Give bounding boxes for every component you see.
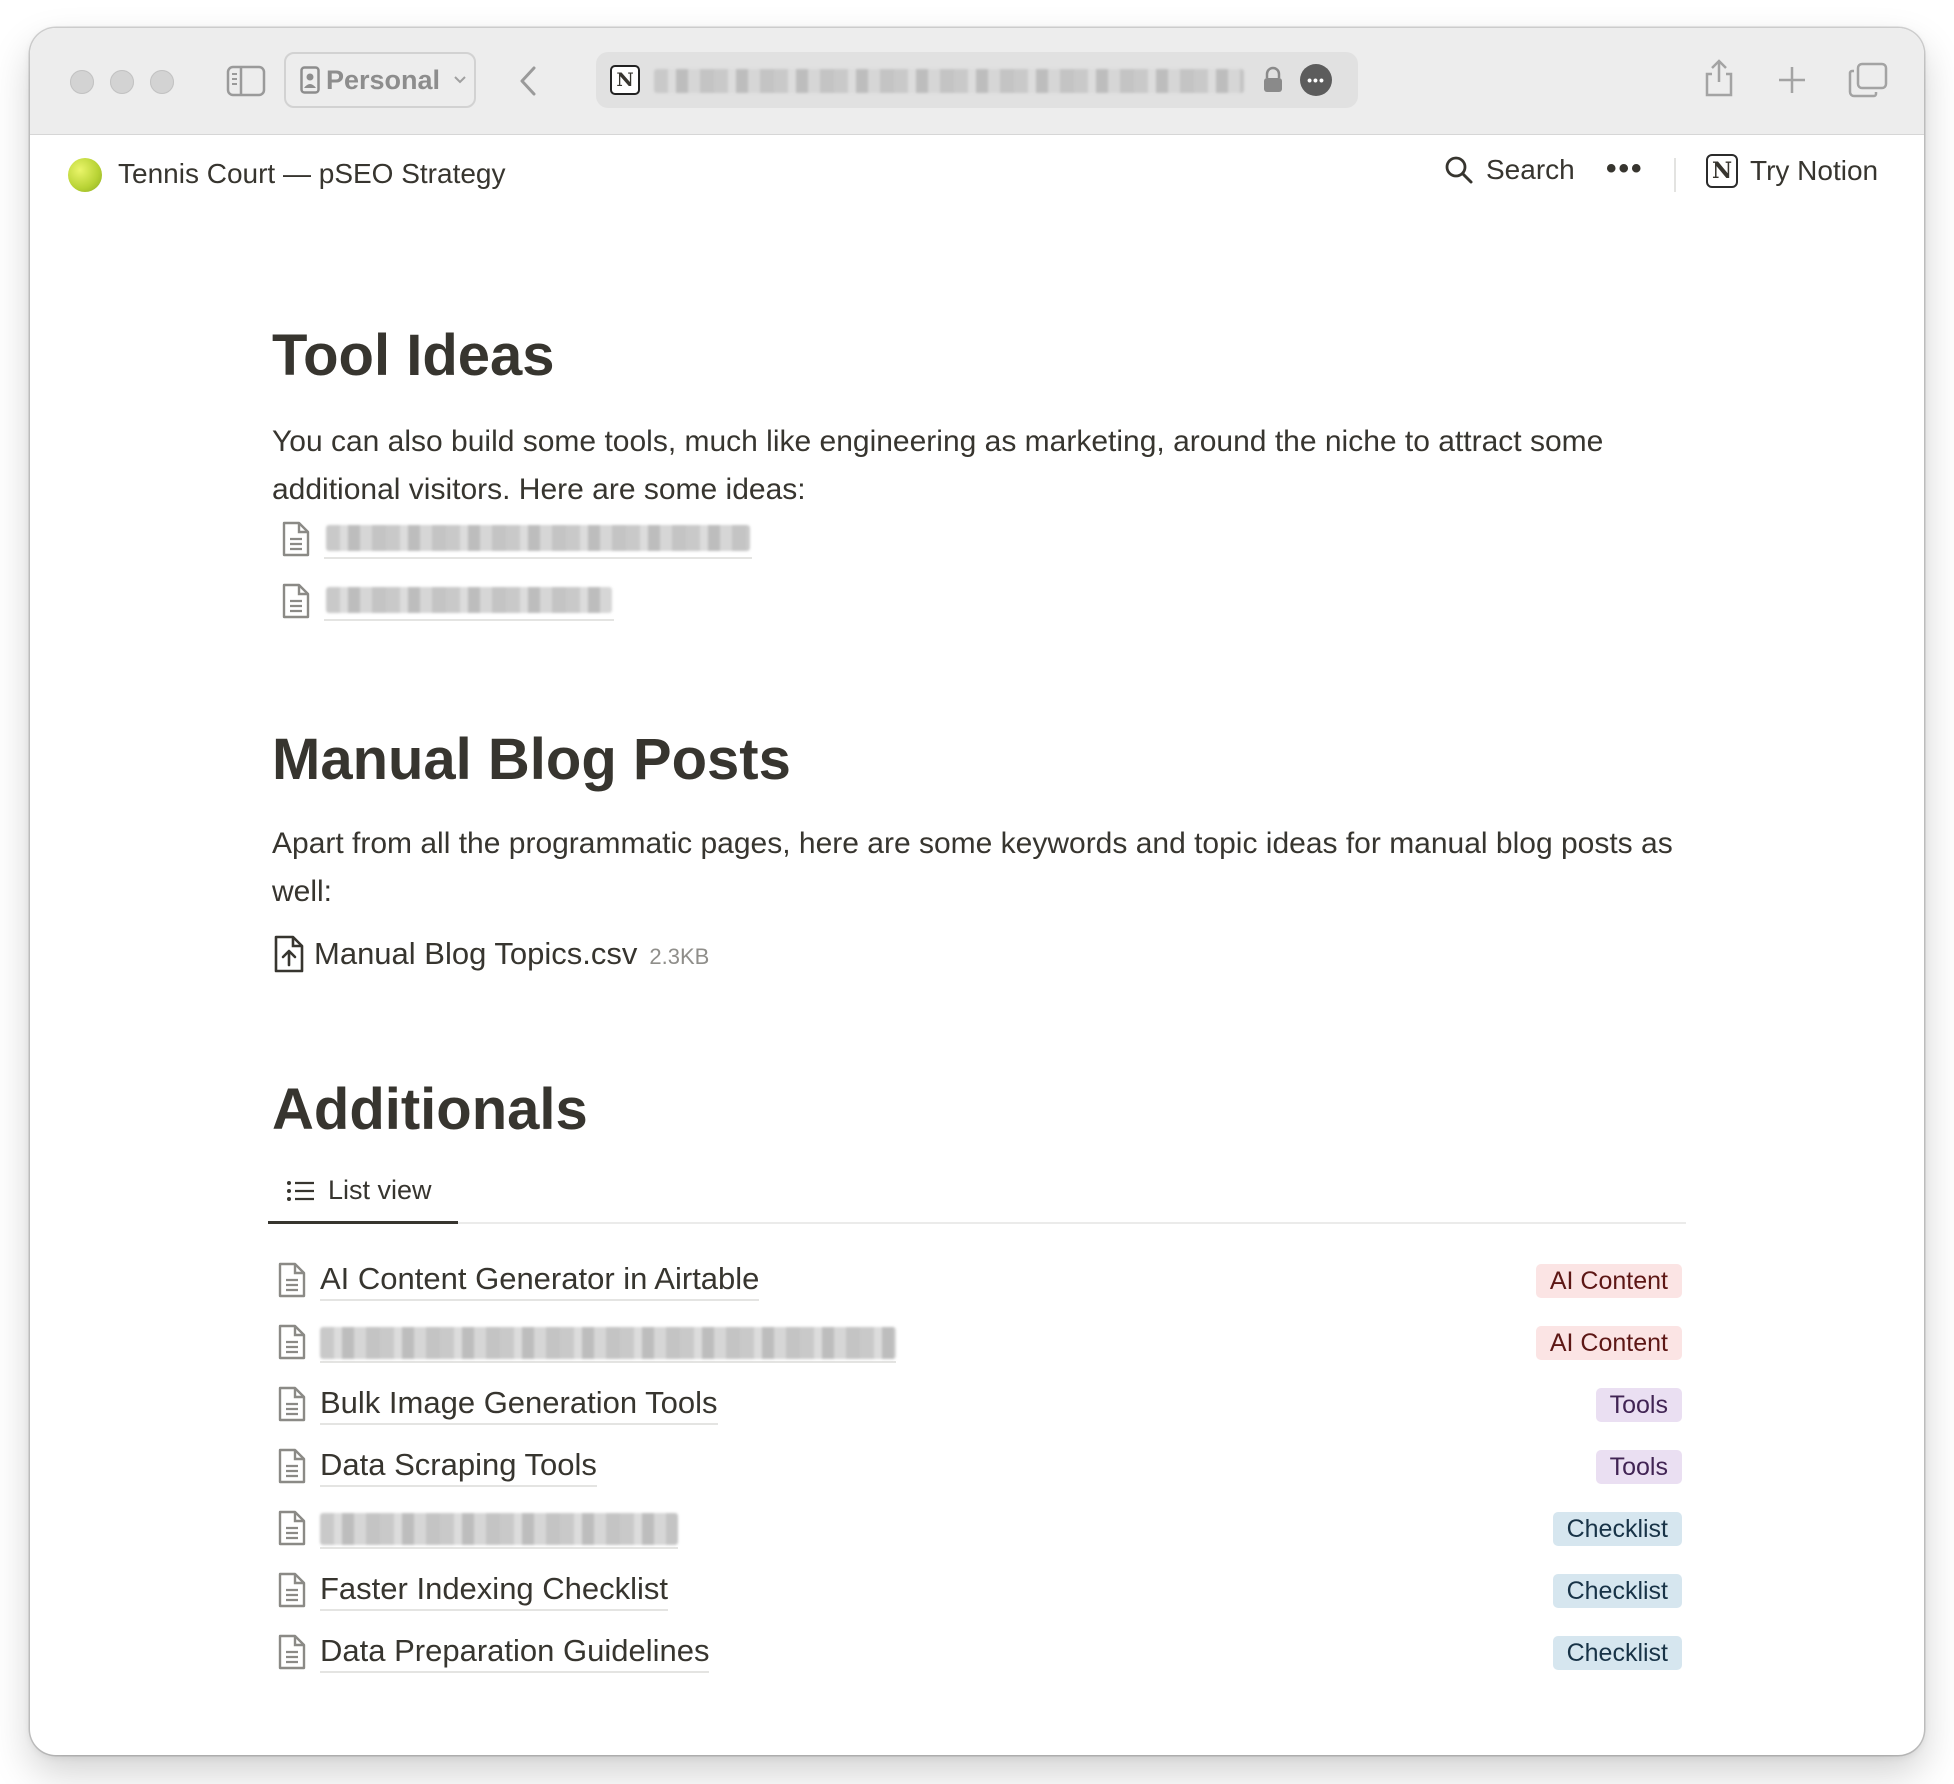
status-badge: AI Content xyxy=(1535,1264,1682,1298)
page-icon xyxy=(276,1385,308,1423)
page-icon xyxy=(276,1571,308,1609)
page-icon xyxy=(276,1447,308,1485)
page-menu-icon[interactable]: ••• xyxy=(1300,64,1332,96)
status-badge: Tools xyxy=(1595,1388,1682,1422)
tennis-ball-icon xyxy=(68,158,102,192)
list-item[interactable]: Data Scraping Tools Tools xyxy=(272,1438,1682,1494)
close-window-button[interactable] xyxy=(70,70,94,94)
status-badge: Tools xyxy=(1595,1450,1682,1484)
list-item[interactable]: Bulk Image Generation Tools Tools xyxy=(272,1376,1682,1432)
list-item-title: Data Scraping Tools xyxy=(320,1445,597,1487)
tab-overview-icon[interactable] xyxy=(1848,62,1888,103)
tab-label: List view xyxy=(328,1175,432,1205)
search-button[interactable]: Search xyxy=(1444,154,1575,186)
status-badge: Checklist xyxy=(1552,1512,1682,1546)
list-item-title xyxy=(320,1321,896,1363)
search-icon xyxy=(1444,155,1474,185)
browser-toolbar: Personal N ••• xyxy=(30,28,1924,135)
sidebar-toggle-icon[interactable] xyxy=(226,64,266,103)
profile-button[interactable]: Personal xyxy=(284,52,476,108)
status-badge: Checklist xyxy=(1552,1574,1682,1608)
list-item-title: Data Preparation Guidelines xyxy=(320,1631,710,1673)
share-icon[interactable] xyxy=(1702,58,1736,103)
list-item[interactable]: Checklist xyxy=(272,1500,1682,1556)
chevron-down-icon xyxy=(452,74,468,86)
page-icon xyxy=(276,1261,308,1299)
page-icon xyxy=(280,582,312,620)
try-notion-label: Try Notion xyxy=(1750,155,1879,186)
list-item-title: AI Content Generator in Airtable xyxy=(320,1259,760,1301)
blurred-list-item-title xyxy=(320,1513,678,1545)
file-size: 2.3KB xyxy=(649,944,710,969)
page-icon xyxy=(280,520,312,558)
page-icon xyxy=(276,1509,308,1547)
blurred-link-title xyxy=(326,525,750,551)
profile-label: Personal xyxy=(326,64,441,95)
tool-idea-link-2[interactable] xyxy=(272,576,614,626)
notion-topbar: Tennis Court — pSEO Strategy Search ••• … xyxy=(30,134,1924,218)
file-attachment[interactable]: Manual Blog Topics.csv 2.3KB xyxy=(272,934,709,974)
blurred-url xyxy=(654,69,1244,93)
page-title[interactable]: Tennis Court — pSEO Strategy xyxy=(118,158,506,190)
page-icon xyxy=(276,1633,308,1671)
header-divider xyxy=(1674,158,1676,192)
file-name: Manual Blog Topics.csv xyxy=(314,936,638,971)
list-item-title xyxy=(320,1507,678,1549)
more-options-icon[interactable]: ••• xyxy=(1606,152,1644,186)
search-label: Search xyxy=(1486,154,1575,185)
list-item[interactable]: Data Preparation Guidelines Checklist xyxy=(272,1624,1682,1680)
try-notion-button[interactable]: N Try Notion xyxy=(1706,154,1878,188)
heading-additionals: Additionals xyxy=(272,1077,588,1142)
file-upload-icon xyxy=(272,934,306,974)
list-item[interactable]: AI Content Generator in Airtable AI Conte… xyxy=(272,1252,1682,1308)
new-tab-icon[interactable] xyxy=(1776,64,1808,101)
list-item[interactable]: Faster Indexing Checklist Checklist xyxy=(272,1562,1682,1618)
zoom-window-button[interactable] xyxy=(150,70,174,94)
list-item-title: Bulk Image Generation Tools xyxy=(320,1383,718,1425)
notion-logo-icon: N xyxy=(1706,154,1738,188)
status-badge: AI Content xyxy=(1535,1326,1682,1360)
list-item[interactable]: AI Content xyxy=(272,1314,1682,1370)
lock-icon xyxy=(1262,66,1284,99)
heading-tool-ideas: Tool Ideas xyxy=(272,323,555,388)
minimize-window-button[interactable] xyxy=(110,70,134,94)
profile-icon xyxy=(300,66,320,94)
address-bar[interactable]: N ••• xyxy=(596,52,1358,108)
back-icon[interactable] xyxy=(516,64,540,103)
tool-ideas-paragraph: You can also build some tools, much like… xyxy=(272,425,1604,506)
notion-favicon-icon: N xyxy=(610,65,640,95)
blurred-link-title xyxy=(326,587,612,613)
list-item-title: Faster Indexing Checklist xyxy=(320,1569,669,1611)
page-icon xyxy=(276,1323,308,1361)
blurred-list-item-title xyxy=(320,1327,896,1359)
manual-blog-paragraph: Apart from all the programmatic pages, h… xyxy=(272,827,1673,908)
tab-list-view[interactable]: List view xyxy=(268,1160,458,1224)
browser-window: Personal N ••• Tennis Court — pSEO Strat… xyxy=(30,28,1924,1755)
database-view-tabs: List view xyxy=(268,1158,1686,1224)
list-icon xyxy=(286,1179,328,1203)
heading-manual-blog-posts: Manual Blog Posts xyxy=(272,727,791,792)
status-badge: Checklist xyxy=(1552,1636,1682,1670)
tool-idea-link-1[interactable] xyxy=(272,514,752,564)
